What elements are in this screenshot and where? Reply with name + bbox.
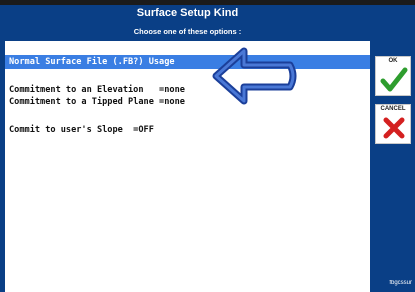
cancel-button-label: CANCEL	[380, 106, 406, 112]
checkmark-icon	[380, 67, 408, 92]
option-normal-surface-file[interactable]: Normal Surface File (.FB?) Usage	[5, 55, 370, 69]
option-commit-tipped-plane[interactable]: Commitment to a Tipped Plane =none	[5, 95, 370, 109]
dialog-window: Surface Setup Kind Choose one of these o…	[0, 0, 415, 292]
x-icon	[383, 117, 405, 139]
ok-button[interactable]: OK	[375, 56, 411, 96]
action-panel	[370, 5, 415, 292]
ok-button-label: OK	[388, 58, 398, 64]
dialog-subtitle: Choose one of these options :	[133, 27, 242, 36]
option-commit-user-slope[interactable]: Commit to user's Slope =OFF	[5, 123, 370, 137]
dialog-header: Surface Setup Kind Choose one of these o…	[5, 5, 370, 41]
program-name: fbgcssur	[389, 280, 412, 286]
arrow-left-icon	[212, 47, 297, 105]
cancel-button[interactable]: CANCEL	[375, 104, 411, 144]
options-list: Normal Surface File (.FB?) Usage Commitm…	[5, 41, 370, 292]
dialog-title: Surface Setup Kind	[136, 7, 239, 19]
